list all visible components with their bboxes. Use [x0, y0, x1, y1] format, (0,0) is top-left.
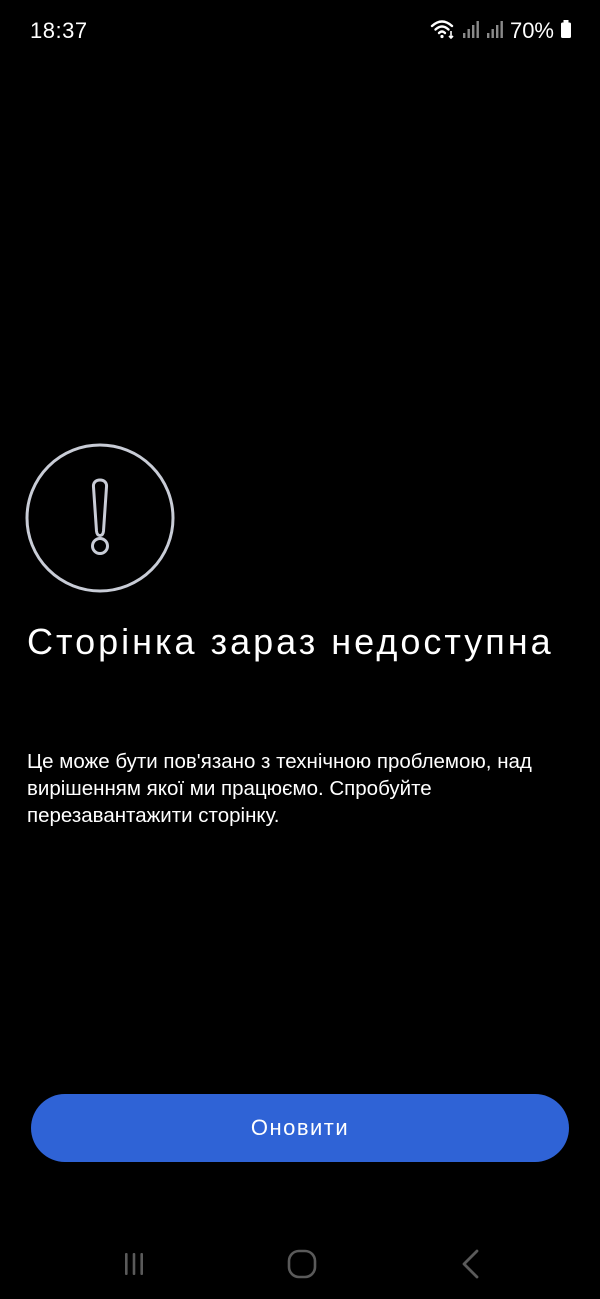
navigation-bar	[0, 1230, 600, 1299]
battery-icon	[560, 19, 572, 44]
page-title: Сторінка зараз недоступна	[27, 621, 554, 662]
wifi-icon	[430, 18, 456, 45]
status-icons: 70%	[430, 16, 572, 46]
exclamation-circle-icon	[25, 443, 175, 593]
status-bar: 18:37 70%	[0, 0, 600, 62]
error-description: Це може бути пов'язано з технічною пробл…	[27, 750, 532, 827]
signal-icon	[462, 19, 480, 44]
battery-percent: 70%	[509, 18, 554, 43]
status-time: 18:37	[30, 18, 88, 43]
signal-icon	[486, 19, 504, 44]
recent-apps-icon[interactable]	[114, 1246, 154, 1282]
home-icon[interactable]	[282, 1246, 322, 1282]
refresh-button[interactable]: Оновити	[31, 1094, 569, 1162]
back-icon[interactable]	[450, 1246, 490, 1282]
